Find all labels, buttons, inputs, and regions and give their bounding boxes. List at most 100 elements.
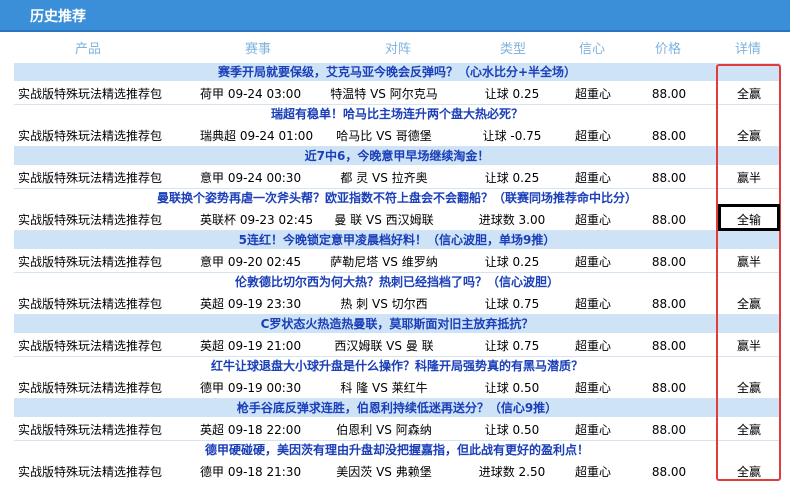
section-title: 历史推荐: [30, 9, 86, 25]
result-cell[interactable]: 全赢: [737, 377, 761, 399]
col-header-type: 类型: [499, 42, 527, 57]
product-cell: 实战版特殊玩法精选推荐包: [18, 297, 163, 311]
confidence-cell: 超重心: [574, 171, 612, 185]
recommendation-title-link[interactable]: 5连红！今晚锁定意甲凌晨档好料！（信心波胆，单场9推）: [14, 231, 780, 249]
type-cell: 让球 -0.75: [482, 129, 542, 143]
price-cell: 88.00: [651, 423, 687, 437]
section-header: 历史推荐: [0, 0, 790, 32]
matchup-cell: 科 隆 VS 莱红牛: [340, 381, 428, 395]
price-cell: 88.00: [651, 465, 687, 479]
matchup-cell: 萨勒尼塔 VS 维罗纳: [330, 255, 438, 269]
event-cell: 英超 09-18 22:00: [200, 423, 302, 437]
result-cell[interactable]: 全赢: [737, 461, 761, 483]
recommendation-title-link[interactable]: 赛季开局就要保级，艾克马亚今晚会反弹吗？（心水比分+半全场）: [14, 63, 780, 81]
product-cell: 实战版特殊玩法精选推荐包: [18, 171, 163, 185]
col-header-event: 赛事: [244, 42, 272, 57]
result-cell[interactable]: 全赢: [737, 419, 761, 441]
col-header-details: 详情: [734, 42, 762, 57]
recommendation-title-link[interactable]: 德甲硬碰硬，美因茨有理由升盘却没把握嘉指，但此战有更好的盈利点！: [14, 441, 780, 459]
table-row: 枪手谷底反弹求连胜，伯恩利持续低迷再送分？（信心9推） 实战版特殊玩法精选推荐包…: [14, 399, 780, 441]
result-cell[interactable]: 全赢: [737, 125, 761, 147]
product-cell: 实战版特殊玩法精选推荐包: [18, 255, 163, 269]
recommendation-title-link[interactable]: C罗状态火热造热曼联，莫耶斯面对旧主放弃抵抗？: [14, 315, 780, 333]
matchup-cell: 都 灵 VS 拉齐奥: [340, 171, 428, 185]
table-row: 赛季开局就要保级，艾克马亚今晚会反弹吗？（心水比分+半全场） 实战版特殊玩法精选…: [14, 63, 780, 105]
type-cell: 让球 0.50: [484, 423, 540, 437]
price-cell: 88.00: [651, 171, 687, 185]
confidence-cell: 超重心: [574, 423, 612, 437]
result-cell[interactable]: 赢半: [737, 335, 761, 357]
event-cell: 英超 09-19 21:00: [200, 339, 302, 353]
price-cell: 88.00: [651, 255, 687, 269]
table-row: C罗状态火热造热曼联，莫耶斯面对旧主放弃抵抗？ 实战版特殊玩法精选推荐包 英超 …: [14, 315, 780, 357]
price-cell: 88.00: [651, 297, 687, 311]
confidence-cell: 超重心: [574, 339, 612, 353]
col-header-confidence: 信心: [578, 42, 606, 57]
product-cell: 实战版特殊玩法精选推荐包: [18, 465, 163, 479]
type-cell: 让球 0.75: [484, 297, 540, 311]
table-header: 产品 赛事 对阵 类型 信心 价格 详情: [0, 35, 790, 57]
price-cell: 88.00: [651, 213, 687, 227]
matchup-cell: 伯恩利 VS 阿森纳: [336, 423, 432, 437]
table-row: 德甲硬碰硬，美因茨有理由升盘却没把握嘉指，但此战有更好的盈利点！ 实战版特殊玩法…: [14, 441, 780, 483]
table-row: 瑞超有稳单！哈马比主场连升两个盘大热必死？ 实战版特殊玩法精选推荐包 瑞典超 0…: [14, 105, 780, 147]
confidence-cell: 超重心: [574, 465, 612, 479]
product-cell: 实战版特殊玩法精选推荐包: [18, 339, 163, 353]
price-cell: 88.00: [651, 129, 687, 143]
confidence-cell: 超重心: [574, 129, 612, 143]
matchup-cell: 美因茨 VS 弗赖堡: [336, 465, 432, 479]
table-row: 曼联换个姿势再虐一次斧头帮？欧亚指数不符上盘会不会翻船？（联赛同场推荐命中比分）…: [14, 189, 780, 231]
col-header-matchup: 对阵: [384, 42, 412, 57]
product-cell: 实战版特殊玩法精选推荐包: [18, 381, 163, 395]
event-cell: 英联杯 09-23 02:45: [200, 213, 314, 227]
recommendation-title-link[interactable]: 伦敦德比切尔西为何大热？热刺已经挡档了吗？（信心波胆）: [14, 273, 780, 291]
result-highlight-box: [718, 204, 780, 231]
col-header-product: 产品: [74, 42, 102, 57]
matchup-cell: 曼 联 VS 西汉姆联: [334, 213, 434, 227]
event-cell: 德甲 09-19 00:30: [200, 381, 302, 395]
result-cell[interactable]: 赢半: [737, 251, 761, 273]
type-cell: 让球 0.25: [484, 87, 540, 101]
col-header-price: 价格: [654, 42, 682, 57]
recommendation-title-link[interactable]: 近7中6，今晚意甲早场继续淘金！: [14, 147, 780, 165]
result-cell[interactable]: 全赢: [737, 293, 761, 315]
confidence-cell: 超重心: [574, 213, 612, 227]
result-cell[interactable]: 全赢: [737, 83, 761, 105]
event-cell: 英超 09-19 23:30: [200, 297, 302, 311]
table-row: 红牛让球退盘大小球升盘是什么操作？科隆开局强势真的有黑马潜质？ 实战版特殊玩法精…: [14, 357, 780, 399]
event-cell: 荷甲 09-24 03:00: [200, 87, 302, 101]
price-cell: 88.00: [651, 87, 687, 101]
event-cell: 意甲 09-24 00:30: [200, 171, 302, 185]
type-cell: 进球数 2.50: [478, 465, 546, 479]
product-cell: 实战版特殊玩法精选推荐包: [18, 213, 163, 227]
matchup-cell: 特温特 VS 阿尔克马: [330, 87, 438, 101]
product-cell: 实战版特殊玩法精选推荐包: [18, 423, 163, 437]
recommendation-title-link[interactable]: 枪手谷底反弹求连胜，伯恩利持续低迷再送分？（信心9推）: [14, 399, 780, 417]
matchup-cell: 热 刺 VS 切尔西: [340, 297, 428, 311]
table-row: 5连红！今晚锁定意甲凌晨档好料！（信心波胆，单场9推） 实战版特殊玩法精选推荐包…: [14, 231, 780, 273]
recommendation-title-link[interactable]: 曼联换个姿势再虐一次斧头帮？欧亚指数不符上盘会不会翻船？（联赛同场推荐命中比分）: [14, 189, 780, 207]
confidence-cell: 超重心: [574, 255, 612, 269]
recommendation-title-link[interactable]: 瑞超有稳单！哈马比主场连升两个盘大热必死？: [14, 105, 780, 123]
price-cell: 88.00: [651, 339, 687, 353]
event-cell: 瑞典超 09-24 01:00: [200, 129, 314, 143]
confidence-cell: 超重心: [574, 87, 612, 101]
product-cell: 实战版特殊玩法精选推荐包: [18, 129, 163, 143]
price-cell: 88.00: [651, 381, 687, 395]
confidence-cell: 超重心: [574, 381, 612, 395]
confidence-cell: 超重心: [574, 297, 612, 311]
matchup-cell: 哈马比 VS 哥德堡: [336, 129, 432, 143]
type-cell: 让球 0.75: [484, 339, 540, 353]
type-cell: 让球 0.25: [484, 171, 540, 185]
table-row: 近7中6，今晚意甲早场继续淘金！ 实战版特殊玩法精选推荐包 意甲 09-24 0…: [14, 147, 780, 189]
type-cell: 让球 0.25: [484, 255, 540, 269]
recommendation-title-link[interactable]: 红牛让球退盘大小球升盘是什么操作？科隆开局强势真的有黑马潜质？: [14, 357, 780, 375]
result-cell[interactable]: 赢半: [737, 167, 761, 189]
event-cell: 德甲 09-18 21:30: [200, 465, 302, 479]
product-cell: 实战版特殊玩法精选推荐包: [18, 87, 163, 101]
type-cell: 进球数 3.00: [478, 213, 546, 227]
table-row: 伦敦德比切尔西为何大热？热刺已经挡档了吗？（信心波胆） 实战版特殊玩法精选推荐包…: [14, 273, 780, 315]
event-cell: 意甲 09-20 02:45: [200, 255, 302, 269]
matchup-cell: 西汉姆联 VS 曼 联: [334, 339, 434, 353]
type-cell: 让球 0.50: [484, 381, 540, 395]
